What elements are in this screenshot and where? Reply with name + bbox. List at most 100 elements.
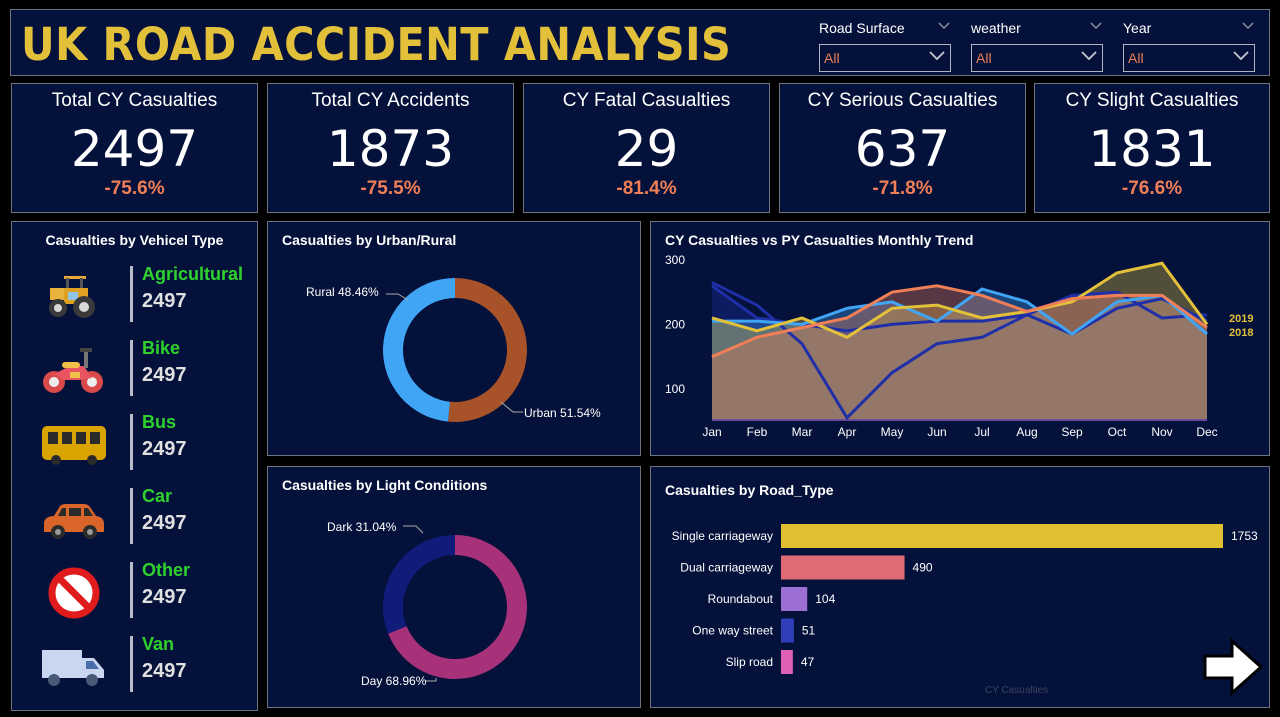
chevron-down-icon[interactable] <box>1241 21 1255 35</box>
kpi-change: -76.6% <box>1121 178 1183 199</box>
footer-hint: CY Casualties <box>985 685 1049 696</box>
kpi-title: Total CY Accidents <box>311 90 470 111</box>
road-type-bar[interactable] <box>781 650 793 674</box>
vehicle-type-panel: Casualties by Vehicel Type Agricultural … <box>11 221 258 711</box>
divider <box>130 340 133 396</box>
kpi-card-total-accidents: Total CY Accidents 1873 -75.5% <box>267 83 514 213</box>
vehicle-value: 2497 <box>142 586 187 608</box>
filter-value: All <box>976 50 992 66</box>
y-tick-label: 300 <box>665 253 685 267</box>
vehicle-label: Bus <box>142 412 177 432</box>
chevron-down-icon <box>1232 49 1250 67</box>
light-conditions-panel: Casualties by Light Conditions Dark 31.0… <box>267 466 641 708</box>
kpi-change: -81.4% <box>616 178 677 199</box>
header-bar: UK ROAD ACCIDENT ANALYSIS Road Surface A… <box>10 9 1270 76</box>
chevron-down-icon[interactable] <box>1089 21 1103 35</box>
divider <box>130 636 133 692</box>
vehicle-label: Agricultural <box>142 264 244 284</box>
kpi-title: CY Slight Casualties <box>1065 90 1239 111</box>
no-entry-icon <box>40 566 106 620</box>
filter-road-surface[interactable]: Road Surface All <box>819 18 951 72</box>
vehicle-item-agricultural: Agricultural 2497 <box>40 264 260 328</box>
bar-category-label: One way street <box>692 624 773 638</box>
chevron-down-icon[interactable] <box>937 21 951 35</box>
road-type-bar-chart: Single carriageway 1753 Dual carriageway 49… <box>672 524 1258 674</box>
vehicle-label: Other <box>142 560 191 580</box>
vehicle-value: 2497 <box>142 512 187 534</box>
filter-label: Year <box>1123 20 1152 36</box>
kpi-value: 2497 <box>70 120 199 178</box>
kpi-value: 29 <box>614 120 679 178</box>
donut-slice[interactable] <box>383 535 455 634</box>
bar-value-label: 1753 <box>1231 529 1258 543</box>
donut-slice[interactable] <box>382 278 455 422</box>
vehicle-value: 2497 <box>142 364 187 386</box>
x-tick-label: Mar <box>792 425 813 439</box>
divider <box>130 414 133 470</box>
next-page-arrow-icon[interactable] <box>1202 637 1264 697</box>
vehicle-item-other: Other 2497 <box>40 560 260 624</box>
urban-rural-panel: Casualties by Urban/Rural Rural 48.46% U… <box>267 221 641 456</box>
slice-label-dark: Dark 31.04% <box>327 520 397 534</box>
leader-line <box>500 401 523 413</box>
filter-value: All <box>824 50 840 66</box>
chevron-down-icon <box>1080 49 1098 67</box>
kpi-card-slight-casualties: CY Slight Casualties 1831 -76.6% <box>1034 83 1270 213</box>
baseline <box>712 419 1207 421</box>
bar-category-label: Roundabout <box>708 592 774 606</box>
divider <box>130 562 133 618</box>
x-tick-label: Sep <box>1061 425 1083 439</box>
kpi-title: Total CY Casualties <box>51 90 218 111</box>
chart-title: Casualties by Urban/Rural <box>282 232 457 248</box>
divider <box>130 266 133 322</box>
road-type-bar[interactable] <box>781 555 905 580</box>
kpi-change: -75.5% <box>360 178 421 199</box>
kpi-value: 1873 <box>326 120 455 178</box>
bar-value-label: 51 <box>802 624 816 638</box>
page-title: UK ROAD ACCIDENT ANALYSIS <box>21 18 732 71</box>
slice-label-day: Day 68.96% <box>361 674 427 688</box>
chart-title: Casualties by Light Conditions <box>282 477 488 493</box>
road-type-panel: Casualties by Road_Type Single carriagew… <box>650 466 1270 708</box>
vehicle-item-bike: Bike 2497 <box>40 338 260 402</box>
vehicle-item-bus: Bus 2497 <box>40 412 260 476</box>
road-type-bar[interactable] <box>781 618 794 643</box>
filter-year[interactable]: Year All <box>1123 18 1255 72</box>
kpi-value: 1831 <box>1088 120 1216 178</box>
filter-value: All <box>1128 50 1144 66</box>
monthly-trend-chart: 100 200 300 Jan Feb Mar Apr May Jun Jul Aug Sep Oct N… <box>665 253 1253 439</box>
vehicle-label: Van <box>142 634 175 654</box>
x-tick-label: Jan <box>702 425 721 439</box>
filter-weather[interactable]: weather All <box>971 18 1103 72</box>
kpi-change: -71.8% <box>872 178 933 199</box>
x-tick-label: Aug <box>1016 425 1037 439</box>
bus-icon <box>40 418 106 472</box>
monthly-trend-panel: CY Casualties vs PY Casualties Monthly T… <box>650 221 1270 456</box>
kpi-title: CY Fatal Casualties <box>562 90 731 111</box>
bar-value-label: 104 <box>815 592 835 606</box>
kpi-card-serious-casualties: CY Serious Casualties 637 -71.8% <box>779 83 1026 213</box>
vehicle-value: 2497 <box>142 660 187 682</box>
bar-category-label: Dual carriageway <box>680 561 773 575</box>
kpi-title: CY Serious Casualties <box>807 90 998 111</box>
year-select[interactable]: All <box>1123 44 1255 72</box>
x-tick-label: Nov <box>1151 425 1172 439</box>
x-tick-label: May <box>881 425 904 439</box>
x-tick-label: Jul <box>974 425 989 439</box>
kpi-card-total-casualties: Total CY Casualties 2497 -75.6% <box>11 83 258 213</box>
car-icon <box>40 492 106 546</box>
chart-title: CY Casualties vs PY Casualties Monthly T… <box>665 232 974 248</box>
donut-slice[interactable] <box>448 278 527 422</box>
x-tick-label: Apr <box>838 425 857 439</box>
road-type-bar[interactable] <box>781 587 808 611</box>
road-surface-select[interactable]: All <box>819 44 951 72</box>
bar-category-label: Slip road <box>726 655 773 669</box>
x-tick-label: Oct <box>1108 425 1127 439</box>
road-type-bar[interactable] <box>781 524 1223 548</box>
chevron-down-icon <box>928 49 946 67</box>
weather-select[interactable]: All <box>971 44 1103 72</box>
kpi-change: -75.6% <box>104 178 165 199</box>
kpi-value: 637 <box>854 120 951 178</box>
x-tick-label: Jun <box>927 425 946 439</box>
x-tick-label: Dec <box>1196 425 1217 439</box>
